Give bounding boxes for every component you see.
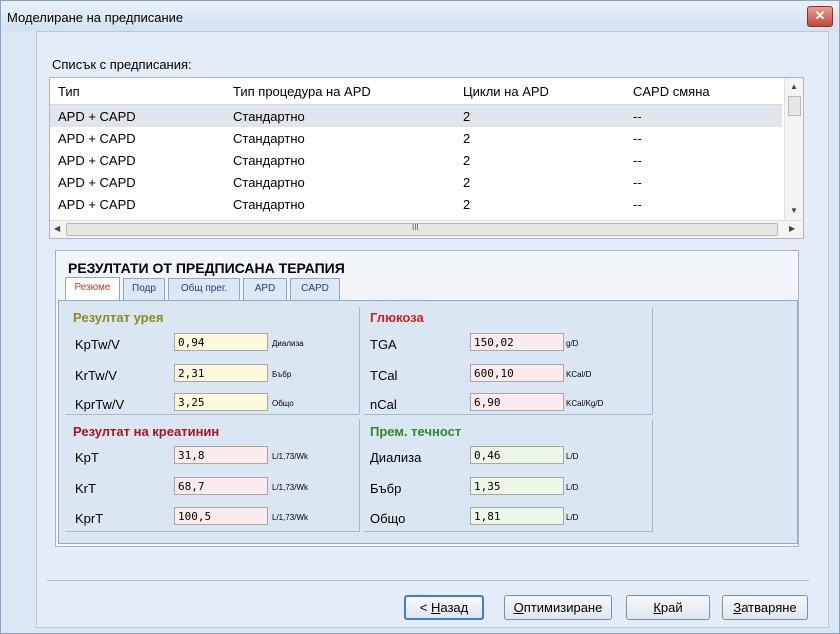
urea-label-kptwv: KpTw/V <box>75 337 120 352</box>
glucose-label-tga: TGA <box>370 337 397 352</box>
glucose-unit-ncal: KCal/Kg/D <box>566 399 604 408</box>
fluid-label-dialysis: Диализа <box>370 450 422 465</box>
tab-summary[interactable]: Резюме <box>65 277 120 301</box>
horizontal-scroll-thumb[interactable]: III <box>66 223 778 236</box>
table-row[interactable]: APD + CAPD Стандартно 2 -- <box>50 105 782 127</box>
title-bar[interactable]: Моделиране на предписание ✕ <box>1 1 839 31</box>
glucose-label-tcal: TCal <box>370 368 398 383</box>
tab-capd[interactable]: CAPD <box>290 278 340 300</box>
cell-capd-exchange: -- <box>633 153 642 168</box>
cell-type: APD + CAPD <box>58 109 136 124</box>
column-header-apd-cycles[interactable]: Цикли на APD <box>463 84 549 99</box>
vertical-scroll-thumb[interactable] <box>788 96 801 116</box>
creatinine-label-kpt: KpT <box>75 450 99 465</box>
creatinine-title: Резултат на креатинин <box>73 424 220 439</box>
table-row[interactable]: APD + CAPD Стандартно 2 -- <box>50 193 782 215</box>
cell-apd-procedure: Стандартно <box>233 153 305 168</box>
column-header-type[interactable]: Тип <box>58 84 80 99</box>
cell-apd-procedure: Стандартно <box>233 197 305 212</box>
glucose-unit-tga: g/D <box>566 339 579 348</box>
cell-apd-cycles: 2 <box>463 197 471 212</box>
cell-apd-procedure: Стандартно <box>233 109 305 124</box>
urea-unit-kptwv: Диализа <box>272 339 304 348</box>
scroll-left-icon[interactable]: ◀ <box>54 224 60 233</box>
cell-apd-cycles: 2 <box>463 153 471 168</box>
scroll-up-icon[interactable]: ▲ <box>790 82 798 91</box>
glucose-unit-tcal: KCal/D <box>566 370 592 379</box>
glucose-title: Глюкоза <box>370 310 424 325</box>
prescription-grid[interactable]: Тип Тип процедура на APD Цикли на APD CA… <box>49 77 804 239</box>
scroll-down-icon[interactable]: ▼ <box>790 206 798 215</box>
fluid-title: Прем. течност <box>370 424 462 439</box>
cell-capd-exchange: -- <box>633 109 642 124</box>
fluid-label-kidney: Бъбр <box>370 481 402 496</box>
scroll-right-icon[interactable]: ▶ <box>789 224 795 233</box>
creatinine-value-krt: 68,7 <box>174 477 268 495</box>
urea-value-kptwv: 0,94 <box>174 333 268 351</box>
urea-unit-kprtwv: Общо <box>272 399 294 408</box>
creatinine-label-kprt: KprT <box>75 511 104 526</box>
urea-value-kprtwv: 3,25 <box>174 393 268 411</box>
fluid-value-dialysis: 0,46 <box>470 446 564 464</box>
prescription-list-label: Списък с предписания: <box>52 57 192 72</box>
urea-title: Резултат урея <box>73 310 164 325</box>
grid-header: Тип Тип процедура на APD Цикли на APD CA… <box>50 78 782 105</box>
fluid-unit-kidney: L/D <box>566 483 579 492</box>
creatinine-unit-kpt: L/1,73/Wk <box>272 452 309 461</box>
urea-unit-krtwv: Бъбр <box>272 370 292 379</box>
close-button[interactable]: Затваряне <box>722 595 808 620</box>
table-row[interactable]: APD + CAPD Стандартно 2 -- <box>50 127 782 149</box>
urea-label-krtwv: KrTw/V <box>75 368 117 383</box>
optimize-button[interactable]: Оптимизиране <box>504 595 612 620</box>
fluid-unit-total: L/D <box>566 513 579 522</box>
cell-capd-exchange: -- <box>633 197 642 212</box>
fluid-unit-dialysis: L/D <box>566 452 579 461</box>
fluid-value-total: 1,81 <box>470 507 564 525</box>
glucose-value-tga: 150,02 <box>470 333 564 351</box>
cell-type: APD + CAPD <box>58 197 136 212</box>
horizontal-scrollbar[interactable]: ◀ III ▶ <box>50 220 803 238</box>
urea-value-krtwv: 2,31 <box>174 364 268 382</box>
footer-divider <box>47 580 809 581</box>
finish-button[interactable]: Край <box>626 595 710 620</box>
fluid-label-total: Общо <box>370 511 406 526</box>
creatinine-label-krt: KrT <box>75 481 96 496</box>
cell-apd-cycles: 2 <box>463 131 471 146</box>
results-title: РЕЗУЛТАТИ ОТ ПРЕДПИСАНА ТЕРАПИЯ <box>68 260 345 276</box>
urea-label-kprtwv: KprTw/V <box>75 397 125 412</box>
tab-apd[interactable]: APD <box>243 278 287 300</box>
column-header-apd-procedure[interactable]: Тип процедура на APD <box>233 84 371 99</box>
glucose-label-ncal: nCal <box>370 397 397 412</box>
cell-apd-cycles: 2 <box>463 175 471 190</box>
cell-apd-procedure: Стандартно <box>233 131 305 146</box>
cell-capd-exchange: -- <box>633 131 642 146</box>
cell-capd-exchange: -- <box>633 175 642 190</box>
cell-type: APD + CAPD <box>58 153 136 168</box>
cell-type: APD + CAPD <box>58 175 136 190</box>
creatinine-value-kpt: 31,8 <box>174 446 268 464</box>
creatinine-unit-kprt: L/1,73/Wk <box>272 513 309 522</box>
creatinine-unit-krt: L/1,73/Wk <box>272 483 309 492</box>
cell-apd-procedure: Стандартно <box>233 175 305 190</box>
scroll-grip: III <box>412 223 419 232</box>
tab-details[interactable]: Подр <box>123 278 165 300</box>
cell-apd-cycles: 2 <box>463 109 471 124</box>
vertical-scrollbar[interactable]: ▲ ▼ <box>784 78 803 220</box>
glucose-value-ncal: 6,90 <box>470 393 564 411</box>
tab-overview[interactable]: Общ прег. <box>168 278 240 300</box>
window-title: Моделиране на предписание <box>7 10 184 25</box>
cell-type: APD + CAPD <box>58 131 136 146</box>
creatinine-value-kprt: 100,5 <box>174 507 268 525</box>
back-button[interactable]: < Назад <box>404 595 484 620</box>
column-header-capd-exchange[interactable]: CAPD смяна <box>633 84 710 99</box>
close-icon[interactable]: ✕ <box>807 6 833 27</box>
table-row[interactable]: APD + CAPD Стандартно 2 -- <box>50 149 782 171</box>
table-row[interactable]: APD + CAPD Стандартно 2 -- <box>50 171 782 193</box>
glucose-value-tcal: 600,10 <box>470 364 564 382</box>
fluid-value-kidney: 1,35 <box>470 477 564 495</box>
